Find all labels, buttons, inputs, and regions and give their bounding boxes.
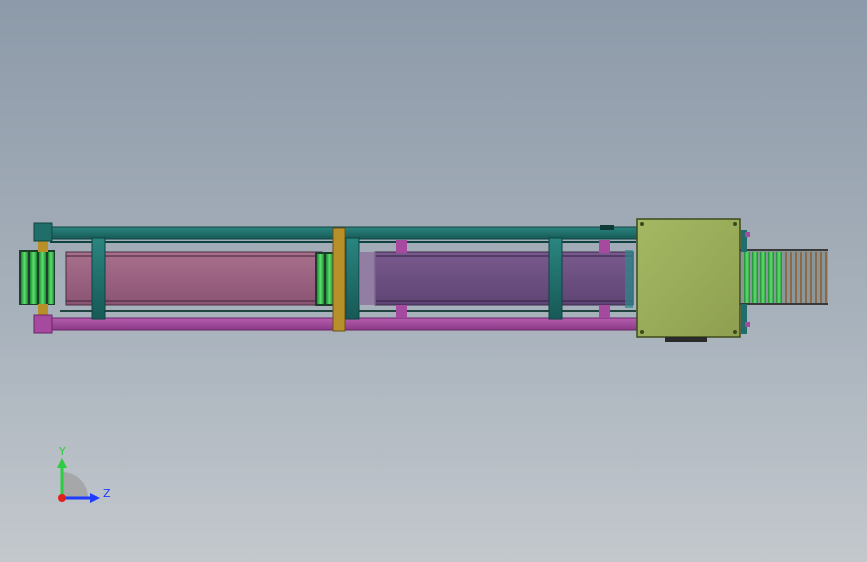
screw <box>733 222 737 226</box>
screw <box>733 330 737 334</box>
left-roller-group[interactable] <box>19 240 55 316</box>
post-cap <box>745 322 750 327</box>
roller <box>768 252 774 303</box>
y-arrow-head <box>57 458 67 468</box>
belt-section-2[interactable] <box>360 251 634 306</box>
end-guard <box>625 250 633 308</box>
leg-3 <box>548 237 563 320</box>
axis-triad[interactable]: Y Z <box>57 445 111 503</box>
left-upper-bracket <box>38 240 48 252</box>
gold-column <box>332 227 346 332</box>
cad-viewport[interactable]: Y Z <box>0 0 867 562</box>
z-arrow-head <box>90 493 100 503</box>
roller <box>48 252 54 304</box>
leg-2 <box>345 237 360 320</box>
left-lower-bracket <box>38 304 48 316</box>
box-foot <box>665 337 707 342</box>
bottom-left-corner-block <box>33 314 53 334</box>
roller <box>21 252 28 304</box>
leg-1 <box>91 237 106 320</box>
belt-transition <box>360 252 376 305</box>
bracket <box>396 240 407 253</box>
roller-post <box>741 304 747 334</box>
roller <box>760 252 766 303</box>
top-clamp <box>600 225 614 230</box>
roller <box>317 254 324 304</box>
triad-plane <box>62 472 88 498</box>
roller <box>39 252 46 304</box>
post-cap <box>745 232 750 237</box>
bracket <box>396 305 407 318</box>
roller <box>744 252 750 303</box>
brown-rollers <box>785 252 827 303</box>
z-axis-label: Z <box>103 487 111 500</box>
roller <box>30 252 37 304</box>
right-roller-conveyor[interactable] <box>740 230 828 334</box>
roller <box>776 252 782 303</box>
motor-control-box[interactable] <box>636 218 741 342</box>
roller <box>326 254 333 304</box>
screw <box>640 222 644 226</box>
y-axis-label: Y <box>58 445 66 458</box>
screw <box>640 330 644 334</box>
x-axis-dot <box>58 494 66 502</box>
top-left-corner-block <box>33 222 53 242</box>
conveyor-model[interactable]: Y Z <box>0 0 867 562</box>
bracket <box>599 240 610 253</box>
bracket <box>599 305 610 318</box>
roller <box>752 252 758 303</box>
